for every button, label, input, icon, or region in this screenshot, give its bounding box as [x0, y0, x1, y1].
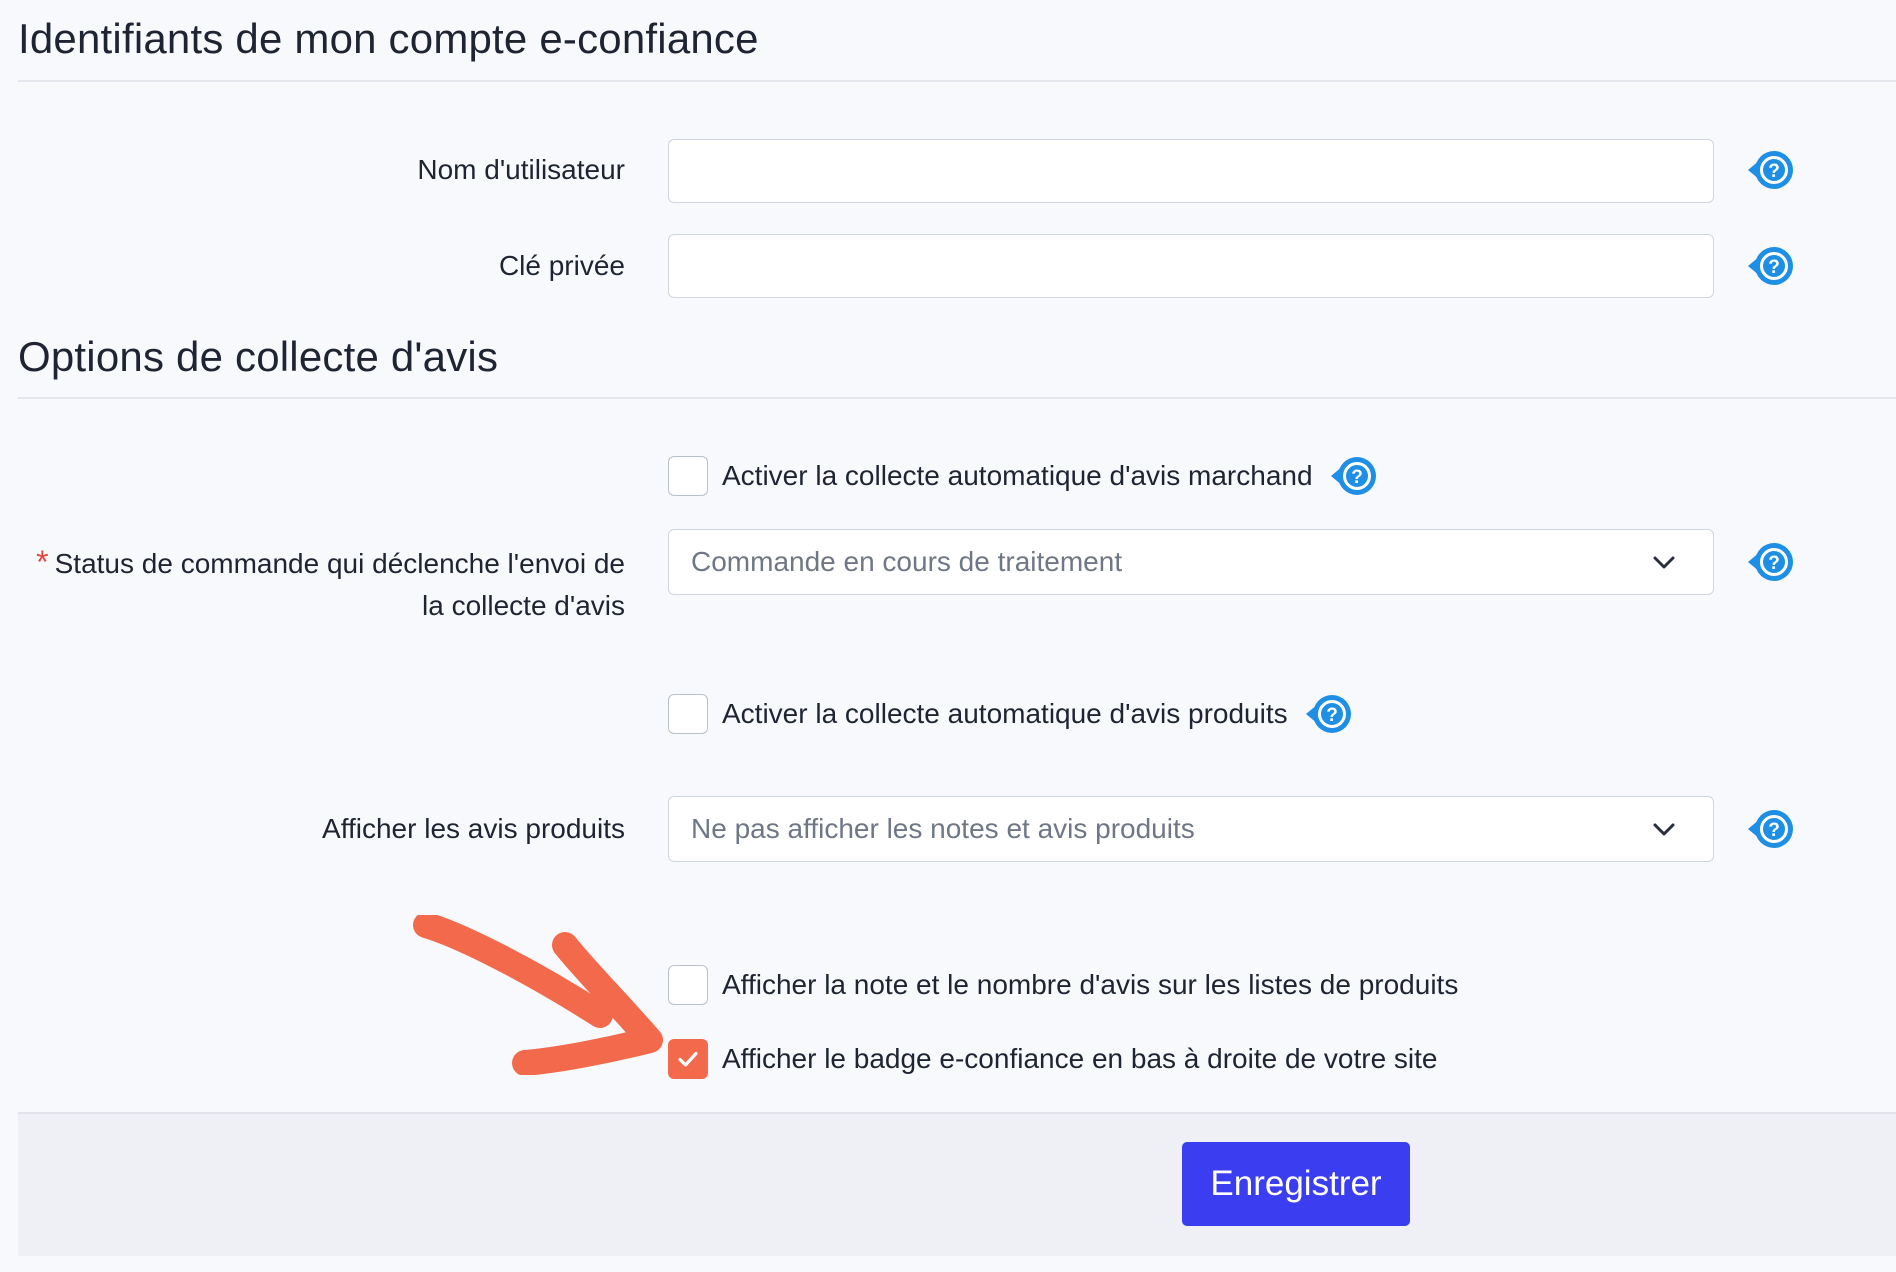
display-product-reviews-label: Afficher les avis produits: [322, 813, 625, 844]
svg-text:?: ?: [1768, 257, 1780, 278]
form-footer: [18, 1112, 1896, 1256]
private-key-help-icon[interactable]: ?: [1744, 243, 1798, 289]
required-marker: *: [36, 544, 49, 580]
order-status-select[interactable]: Commande en cours de traitement: [668, 529, 1714, 595]
section-divider: [18, 80, 1896, 82]
product-review-row: Activer la collecte automatique d'avis p…: [668, 692, 1356, 736]
annotation-arrow-icon: [413, 915, 663, 1075]
username-label: Nom d'utilisateur: [417, 154, 625, 185]
username-help-icon[interactable]: ?: [1744, 147, 1798, 193]
rating-on-lists-label: Afficher la note et le nombre d'avis sur…: [722, 969, 1459, 1000]
svg-text:?: ?: [1768, 161, 1780, 182]
merchant-review-row: Activer la collecte automatique d'avis m…: [668, 454, 1381, 498]
username-input[interactable]: [668, 139, 1714, 203]
rating-on-lists-row: Afficher la note et le nombre d'avis sur…: [668, 963, 1458, 1007]
private-key-label: Clé privée: [498, 250, 625, 281]
order-status-help-icon[interactable]: ?: [1744, 539, 1798, 585]
merchant-review-label: Activer la collecte automatique d'avis m…: [722, 460, 1313, 491]
badge-label: Afficher le badge e-confiance en bas à d…: [722, 1043, 1438, 1074]
checkmark-icon: [678, 1051, 698, 1067]
merchant-review-checkbox[interactable]: [668, 456, 708, 496]
display-product-reviews-select[interactable]: Ne pas afficher les notes et avis produi…: [668, 796, 1714, 862]
private-key-input[interactable]: [668, 234, 1714, 298]
save-button[interactable]: Enregistrer: [1182, 1142, 1410, 1226]
options-section-title: Options de collecte d'avis: [18, 333, 499, 380]
credentials-section-title: Identifiants de mon compte e-confiance: [18, 15, 759, 62]
chevron-down-icon: [1653, 556, 1675, 569]
section-divider: [18, 397, 1896, 399]
product-review-label: Activer la collecte automatique d'avis p…: [722, 698, 1288, 729]
merchant-review-help-icon[interactable]: ?: [1327, 453, 1381, 499]
product-review-checkbox[interactable]: [668, 694, 708, 734]
display-product-reviews-selected-value: Ne pas afficher les notes et avis produi…: [691, 813, 1195, 844]
chevron-down-icon: [1653, 823, 1675, 836]
badge-checkbox[interactable]: [668, 1039, 708, 1079]
order-status-label: * Status de commande qui déclenche l'envo…: [36, 541, 625, 627]
settings-page: Identifiants de mon compte e-confiance N…: [0, 0, 1896, 1272]
rating-on-lists-checkbox[interactable]: [668, 965, 708, 1005]
svg-text:?: ?: [1768, 820, 1780, 841]
badge-row: Afficher le badge e-confiance en bas à d…: [668, 1037, 1438, 1081]
order-status-label-line1: Status de commande qui déclenche l'envoi…: [54, 548, 625, 579]
svg-text:?: ?: [1351, 467, 1363, 488]
svg-text:?: ?: [1326, 705, 1338, 726]
display-product-reviews-help-icon[interactable]: ?: [1744, 806, 1798, 852]
product-review-help-icon[interactable]: ?: [1302, 691, 1356, 737]
svg-text:?: ?: [1768, 553, 1780, 574]
order-status-label-line2: la collecte d'avis: [422, 590, 625, 621]
order-status-selected-value: Commande en cours de traitement: [691, 546, 1123, 577]
